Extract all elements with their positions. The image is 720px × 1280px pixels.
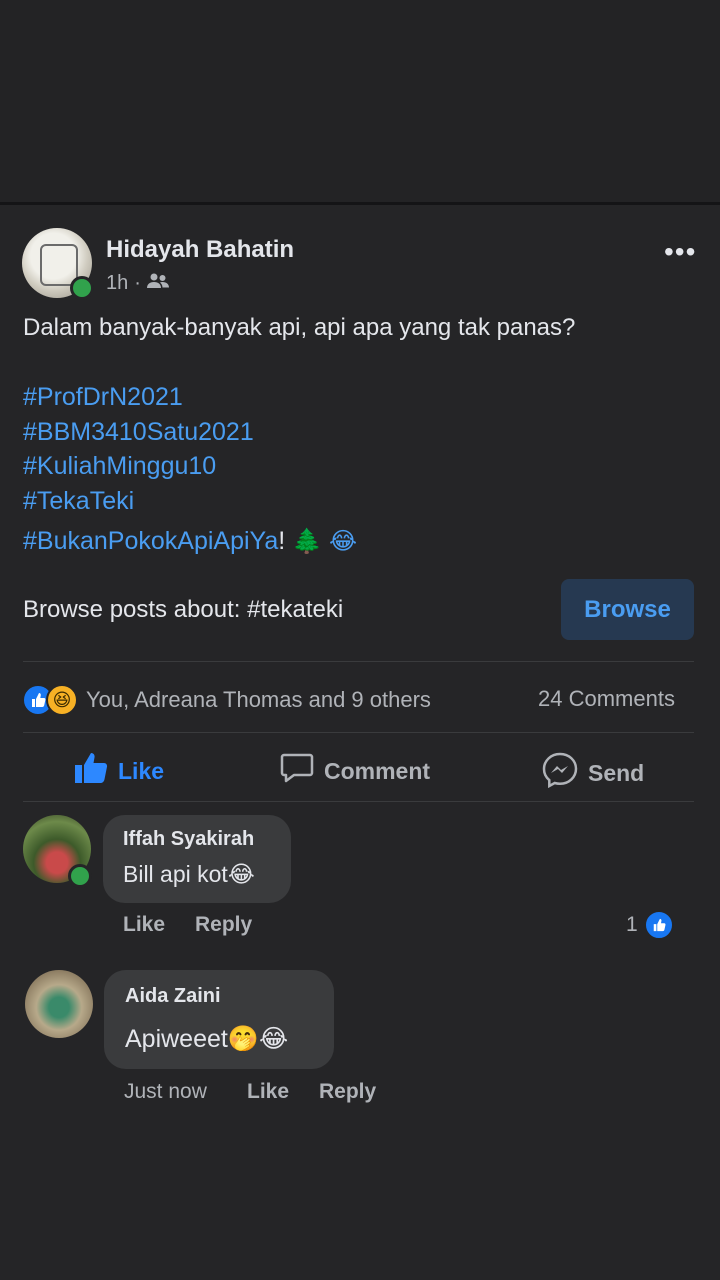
friends-audience-icon bbox=[146, 272, 169, 295]
comment-label: Comment bbox=[324, 757, 431, 784]
comment-like-button[interactable]: Like bbox=[123, 913, 165, 937]
send-button[interactable]: Send bbox=[542, 752, 644, 794]
messenger-icon bbox=[542, 752, 578, 794]
comment-reply-button[interactable]: Reply bbox=[195, 913, 252, 937]
comment-like-count: 1 bbox=[626, 913, 638, 936]
laughing-emoji: 😂 bbox=[329, 528, 358, 555]
exclamation: ! bbox=[278, 527, 286, 555]
comment-text: Apiweeet🤭😂 bbox=[125, 1025, 289, 1053]
post-meta: 1h · bbox=[106, 272, 169, 295]
hashtag-line: #BukanPokokApiApiYa! 🌲 😂 bbox=[23, 527, 357, 556]
online-indicator bbox=[70, 276, 94, 300]
author-name[interactable]: Hidayah Bahatin bbox=[106, 236, 294, 264]
top-empty-area bbox=[0, 0, 720, 202]
divider bbox=[23, 801, 694, 802]
commenter-name[interactable]: Aida Zaini bbox=[125, 985, 221, 1008]
comment-reaction-count[interactable]: 1 bbox=[626, 910, 674, 940]
send-label: Send bbox=[588, 759, 645, 786]
divider bbox=[23, 661, 694, 662]
comment-reply-button[interactable]: Reply bbox=[319, 1080, 376, 1104]
hashtag-link[interactable]: #BBM3410Satu2021 bbox=[23, 418, 254, 447]
reactions-summary[interactable]: 😆 You, Adreana Thomas and 9 others bbox=[22, 684, 431, 716]
comment-text: Bill api kot😂 bbox=[123, 861, 255, 887]
like-label: Like bbox=[118, 757, 165, 784]
post-text: Dalam banyak-banyak api, api apa yang ta… bbox=[23, 314, 576, 341]
like-reaction-icon bbox=[643, 910, 674, 940]
post-time[interactable]: 1h bbox=[106, 272, 128, 295]
haha-reaction-icon: 😆 bbox=[46, 684, 78, 716]
browse-topic-text: Browse posts about: #tekateki bbox=[23, 596, 344, 623]
more-options-icon[interactable]: ••• bbox=[664, 236, 696, 268]
hashtag-link[interactable]: #TekaTeki bbox=[23, 487, 134, 516]
online-indicator bbox=[68, 864, 92, 888]
hashtag-link[interactable]: #ProfDrN2021 bbox=[23, 383, 183, 412]
comment-button[interactable]: Comment bbox=[280, 752, 430, 790]
hashtag-link[interactable]: #KuliahMinggu10 bbox=[23, 452, 216, 481]
hashtag-link[interactable]: #BukanPokokApiApiYa bbox=[23, 527, 278, 555]
thumbs-up-icon bbox=[74, 752, 108, 790]
comment-time: Just now bbox=[124, 1080, 207, 1103]
reactions-text: You, Adreana Thomas and 9 others bbox=[86, 687, 431, 712]
post-card bbox=[0, 205, 720, 1280]
tree-emoji: 🌲 bbox=[292, 528, 323, 555]
commenter-avatar[interactable] bbox=[25, 970, 93, 1038]
browse-button[interactable]: Browse bbox=[561, 579, 694, 640]
comment-like-button[interactable]: Like bbox=[247, 1080, 289, 1104]
meta-separator: · bbox=[134, 272, 141, 294]
commenter-name[interactable]: Iffah Syakirah bbox=[123, 828, 254, 851]
divider bbox=[23, 732, 694, 733]
like-button[interactable]: Like bbox=[74, 752, 164, 790]
comments-count[interactable]: 24 Comments bbox=[538, 686, 675, 712]
comment-bubble-icon bbox=[280, 752, 314, 790]
